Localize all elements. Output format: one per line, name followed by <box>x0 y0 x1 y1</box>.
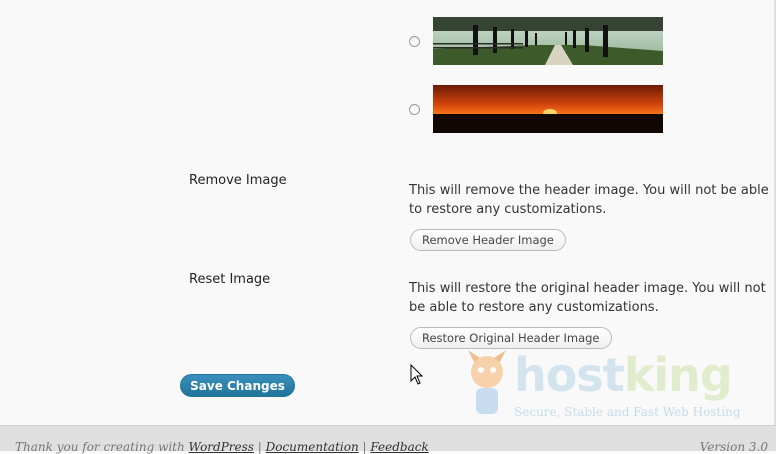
remove-header-image-button[interactable]: Remove Header Image <box>410 229 566 251</box>
remove-image-description: This will remove the header image. You w… <box>409 183 769 217</box>
feedback-link[interactable]: Feedback <box>370 440 428 454</box>
reset-image-description: This will restore the original header im… <box>409 281 766 315</box>
mouse-pointer-icon <box>410 364 424 385</box>
footer-left: Thank you for creating with WordPress | … <box>15 440 429 454</box>
restore-original-header-image-button[interactable]: Restore Original Header Image <box>410 327 612 349</box>
header-choice-radio-2[interactable] <box>409 104 420 115</box>
footer-thanks: Thank you for creating with <box>15 440 189 454</box>
watermark-brand: hostking <box>514 348 733 402</box>
documentation-link[interactable]: Documentation <box>266 440 359 454</box>
header-image-tree-path[interactable] <box>433 17 663 65</box>
wordpress-link[interactable]: WordPress <box>189 440 254 454</box>
watermark-brand-host: host <box>514 348 625 402</box>
footer-separator-1: | <box>253 440 266 454</box>
header-choice-radio-1[interactable] <box>409 36 420 47</box>
remove-image-label: Remove Image <box>189 173 287 188</box>
footer-separator-2: | <box>358 440 371 454</box>
admin-footer: Thank you for creating with WordPress | … <box>0 425 776 454</box>
save-changes-button[interactable]: Save Changes <box>180 374 295 397</box>
mascot-icon <box>468 350 506 414</box>
reset-image-label: Reset Image <box>189 272 271 287</box>
watermark-tagline: Secure, Stable and Fast Web Hosting <box>514 405 741 419</box>
header-image-sunset[interactable] <box>433 85 663 133</box>
watermark-brand-king: king <box>623 348 733 402</box>
footer-version: Version 3.0 <box>699 440 768 454</box>
hostking-watermark: hostking Secure, Stable and Fast Web Hos… <box>462 348 762 430</box>
